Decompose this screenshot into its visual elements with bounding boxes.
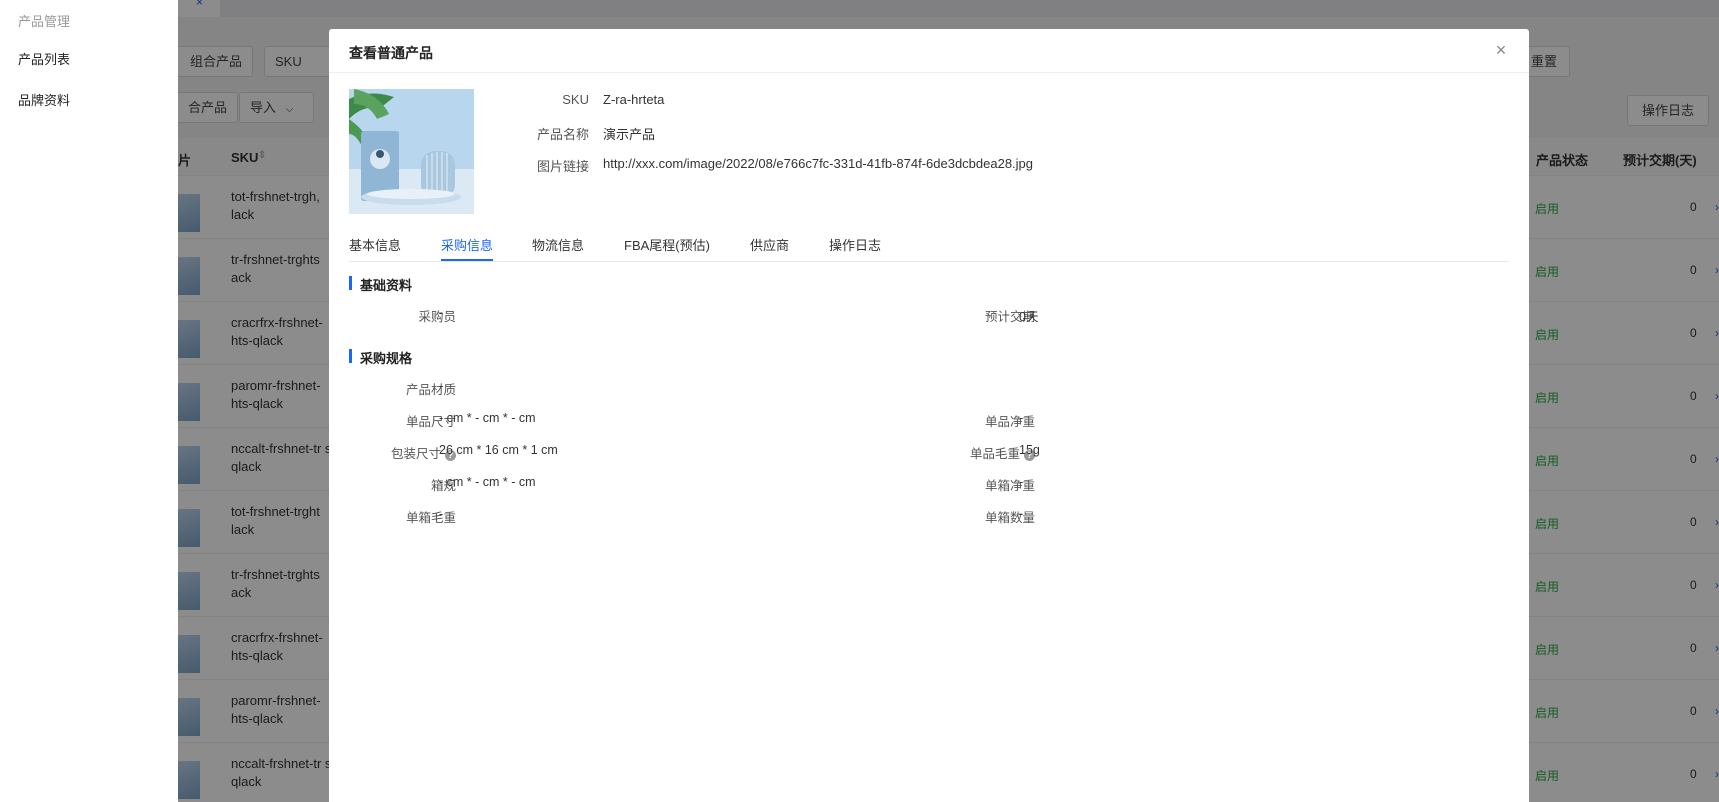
tab-basic-info[interactable]: 基本信息: [349, 235, 401, 254]
tab-purchase-info[interactable]: 采购信息: [441, 235, 493, 254]
modal-tabs: 基本信息 采购信息 物流信息 FBA尾程(预估) 供应商 操作日志: [349, 229, 1509, 262]
unit-gross-value: 15g: [1019, 443, 1040, 457]
unit-gross-label-wrap: 单品毛重?: [909, 443, 1035, 462]
pack-size-label: 包装尺寸: [390, 447, 441, 461]
view-product-modal: 查看普通产品 × SKU Z-ra-hrteta 产品名称 演示产品 图片链接 …: [329, 29, 1529, 802]
leadtime-label: 预计交期: [984, 310, 1035, 324]
buyer-value: -: [439, 306, 444, 320]
tab-logistics-info[interactable]: 物流信息: [532, 235, 584, 254]
sku-label: SKU: [562, 92, 589, 107]
unit-gross-label: 单品毛重: [969, 447, 1020, 461]
carton-qty-label: 单箱数量: [984, 511, 1035, 525]
image-url-label: 图片链接: [536, 159, 589, 174]
tab-operation-log[interactable]: 操作日志: [829, 235, 881, 254]
section-spec-title: 采购规格: [349, 348, 412, 367]
product-image: [349, 89, 474, 214]
close-icon[interactable]: ×: [1491, 40, 1511, 60]
image-url-value: http://xxx.com/image/2022/08/e766c7fc-33…: [603, 156, 1034, 171]
section-basic-title: 基础资料: [349, 275, 412, 294]
material-value: -: [439, 379, 444, 393]
carton-value: - cm * - cm * - cm: [439, 475, 536, 489]
carton-gross-value: -: [439, 507, 444, 521]
carton-net-label: 单箱净重: [984, 479, 1035, 493]
modal-header: 查看普通产品 ×: [329, 29, 1529, 73]
sku-value: Z-ra-hrteta: [603, 92, 665, 107]
carton-qty-value: -: [1019, 507, 1024, 521]
active-tab-indicator: [441, 259, 493, 261]
sidebar-item-product-list[interactable]: 产品列表: [18, 49, 70, 68]
name-value: 演示产品: [603, 127, 656, 142]
unit-net-label: 单品净重: [984, 415, 1035, 429]
sidebar: 产品管理 产品列表 品牌资料: [0, 0, 178, 802]
pack-size-value: 26 cm * 16 cm * 1 cm: [439, 443, 558, 457]
modal-title: 查看普通产品: [349, 45, 433, 61]
leadtime-value: 0天: [1019, 310, 1039, 324]
tab-supplier[interactable]: 供应商: [750, 235, 789, 254]
carton-net-value: -: [1019, 475, 1024, 489]
sidebar-group-label: 产品管理: [18, 14, 71, 29]
name-label: 产品名称: [536, 127, 589, 142]
unit-size-value: - cm * - cm * - cm: [439, 411, 536, 425]
tab-fba-lastmile[interactable]: FBA尾程(预估): [624, 235, 710, 254]
unit-net-value: -: [1019, 411, 1024, 425]
sidebar-item-brand-data[interactable]: 品牌资料: [18, 90, 70, 109]
